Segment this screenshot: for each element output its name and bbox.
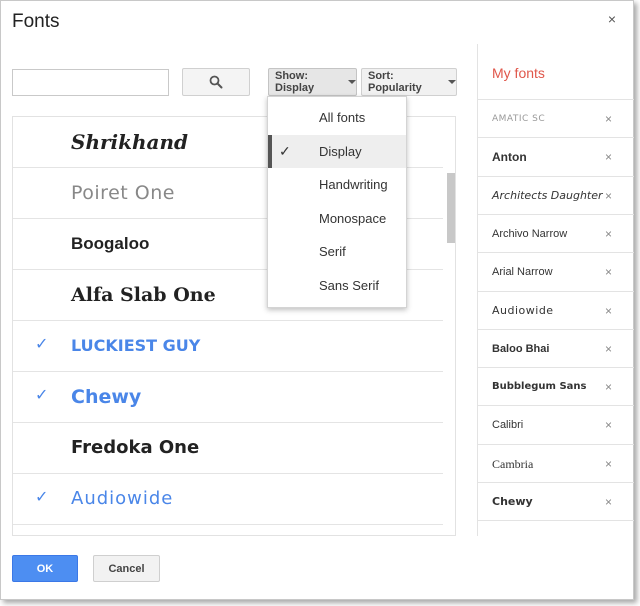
sort-label: Sort: Popularity (368, 70, 422, 94)
my-font-name: Cambria (492, 456, 534, 471)
menu-item-label: Handwriting (319, 177, 388, 192)
my-font-item: Audiowide × (478, 290, 634, 330)
my-font-item: × (478, 520, 634, 536)
fonts-dialog: Fonts × Show: Display Sort: Popularity S… (0, 0, 634, 600)
remove-icon[interactable]: × (605, 138, 612, 176)
font-name: Poiret One (71, 182, 175, 204)
my-font-item: AMATIC SC × (478, 99, 634, 137)
my-font-item: Archivo Narrow × (478, 213, 634, 253)
my-font-item: Baloo Bhai × (478, 328, 634, 368)
show-filter-dropdown[interactable]: Show: Display (268, 68, 357, 96)
font-name: Fredoka One (71, 437, 200, 458)
check-icon: ✓ (35, 387, 49, 404)
remove-icon[interactable]: × (605, 330, 612, 368)
my-font-name: AMATIC SC (492, 114, 546, 124)
my-font-item: Anton × (478, 137, 634, 175)
font-list-row[interactable]: ✓ LUCKIEST GUY (13, 321, 443, 372)
my-fonts-panel: My fonts AMATIC SC × Anton × Architects Daug… (477, 44, 634, 536)
scrollbar-thumb[interactable] (447, 173, 455, 243)
show-filter-label: Show: Display (275, 70, 315, 94)
my-font-item: Arial Narrow × (478, 252, 634, 290)
font-name: Boogaloo (71, 234, 150, 253)
menu-item-label: Sans Serif (319, 277, 379, 293)
menu-item-all-fonts[interactable]: All fonts (268, 101, 406, 134)
ok-button[interactable]: OK (12, 555, 78, 582)
my-font-name: Chewy (492, 495, 533, 508)
search-button[interactable] (182, 68, 250, 96)
my-font-item: Architects Daughter × (478, 175, 634, 215)
my-font-name: Audiowide (492, 303, 554, 317)
my-font-name: Anton (492, 150, 527, 165)
font-name: Alfa Slab One (71, 284, 216, 306)
my-font-name: Calibri (492, 419, 524, 432)
font-name: Shrikhand (71, 130, 189, 154)
my-font-name: Arial Narrow (492, 266, 553, 279)
chevron-down-icon (348, 80, 356, 84)
font-name: Chewy (71, 386, 142, 408)
dialog-title: Fonts (12, 11, 60, 32)
font-name: Audiowide (71, 488, 174, 509)
menu-item-handwriting[interactable]: Handwriting (268, 168, 406, 201)
my-font-name: Bubblegum Sans (492, 381, 587, 393)
remove-icon[interactable]: × (605, 368, 612, 406)
menu-item-display[interactable]: ✓ Display (268, 134, 406, 168)
sort-dropdown[interactable]: Sort: Popularity (361, 68, 457, 96)
menu-item-label: Monospace (319, 210, 387, 226)
check-icon: ✓ (279, 142, 291, 159)
show-filter-menu: All fonts ✓ Display Handwriting Monospace Ser… (267, 96, 407, 308)
my-fonts-title: My fonts (492, 65, 545, 81)
menu-item-label: Display (319, 143, 362, 159)
my-font-name: Baloo Bhai (492, 342, 550, 355)
remove-icon[interactable]: × (605, 406, 612, 444)
search-icon (209, 75, 223, 89)
remove-icon[interactable]: × (605, 445, 612, 483)
menu-item-label: All fonts (319, 110, 366, 125)
menu-item-serif[interactable]: Serif (268, 235, 406, 268)
remove-icon[interactable]: × (605, 100, 612, 138)
remove-icon[interactable]: × (605, 177, 612, 215)
chevron-down-icon (448, 80, 456, 84)
menu-item-monospace[interactable]: Monospace (268, 202, 406, 235)
remove-icon[interactable]: × (605, 215, 612, 253)
my-font-name: Architects Daughter (492, 188, 603, 202)
my-font-item: Calibri × (478, 405, 634, 443)
remove-icon[interactable]: × (605, 483, 612, 521)
check-icon: ✓ (35, 489, 49, 506)
remove-icon[interactable]: × (605, 521, 612, 536)
my-font-item: Cambria × (478, 443, 634, 483)
close-icon[interactable]: × (605, 12, 619, 26)
font-list-row[interactable]: ✓ Audiowide (13, 474, 443, 525)
search-input[interactable] (12, 69, 169, 96)
check-icon: ✓ (35, 336, 49, 353)
remove-icon[interactable]: × (605, 292, 612, 330)
my-font-item: Bubblegum Sans × (478, 367, 634, 405)
font-list-row[interactable]: Fredoka One (13, 423, 443, 474)
menu-item-sans-serif[interactable]: Sans Serif (268, 269, 406, 302)
remove-icon[interactable]: × (605, 253, 612, 291)
my-font-item: Chewy × (478, 482, 634, 520)
font-name: LUCKIEST GUY (71, 336, 201, 355)
menu-item-label: Serif (319, 244, 346, 259)
my-font-name: Archivo Narrow (492, 227, 568, 240)
font-list-row[interactable]: ✓ Chewy (13, 372, 443, 423)
cancel-button[interactable]: Cancel (93, 555, 160, 582)
